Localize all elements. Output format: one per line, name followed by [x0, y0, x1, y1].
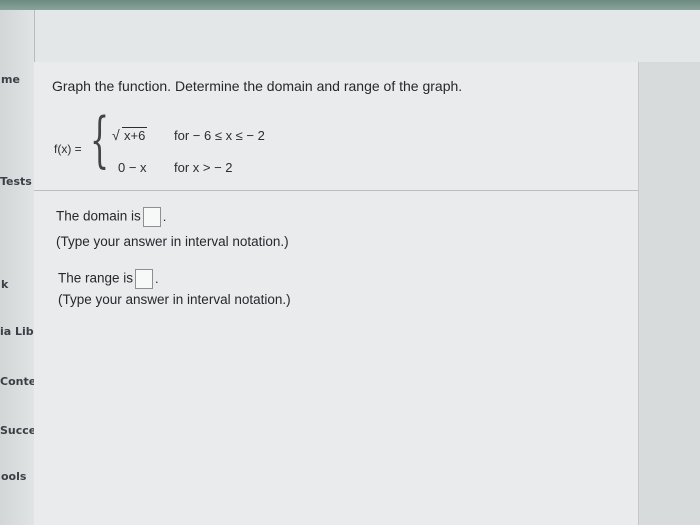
- header-strip: [30, 10, 700, 63]
- range-answer-row: The range is.: [58, 269, 159, 289]
- sidebar-item-k[interactable]: k: [1, 278, 8, 291]
- piece1-expression: √ x+6: [112, 127, 148, 143]
- sidebar-item-tools[interactable]: ools: [1, 470, 26, 483]
- top-bar: [0, 0, 700, 10]
- domain-answer-row: The domain is.: [56, 207, 166, 227]
- sqrt-symbol: √ x+6: [112, 127, 148, 143]
- sidebar-item-tests[interactable]: Tests: [0, 175, 32, 188]
- sidebar: me Tests k ia Lib Conter Succes ools: [0, 10, 35, 525]
- question-panel: Graph the function. Determine the domain…: [34, 62, 638, 525]
- piece1-condition: for − 6 ≤ x ≤ − 2: [174, 128, 265, 143]
- sidebar-item-media-library[interactable]: ia Lib: [0, 325, 34, 338]
- piece2-condition: for x > − 2: [174, 160, 233, 175]
- function-label: f(x) =: [54, 142, 82, 156]
- sidebar-item-content[interactable]: Conter: [0, 375, 34, 388]
- domain-input[interactable]: [142, 207, 161, 227]
- sidebar-item-success[interactable]: Succes: [0, 424, 34, 437]
- domain-hint: (Type your answer in interval notation.): [56, 234, 289, 249]
- domain-label: The domain is: [56, 208, 141, 224]
- question-prompt: Graph the function. Determine the domain…: [52, 78, 463, 94]
- piecewise-brace: {: [90, 105, 110, 175]
- range-hint: (Type your answer in interval notation.): [58, 292, 291, 307]
- right-pane: [638, 62, 700, 525]
- question-area: Graph the function. Determine the domain…: [34, 62, 638, 191]
- range-label: The range is: [58, 270, 134, 286]
- sidebar-item-home[interactable]: me: [1, 73, 20, 86]
- piece2-expression: 0 − x: [118, 160, 147, 175]
- range-input[interactable]: [135, 269, 154, 289]
